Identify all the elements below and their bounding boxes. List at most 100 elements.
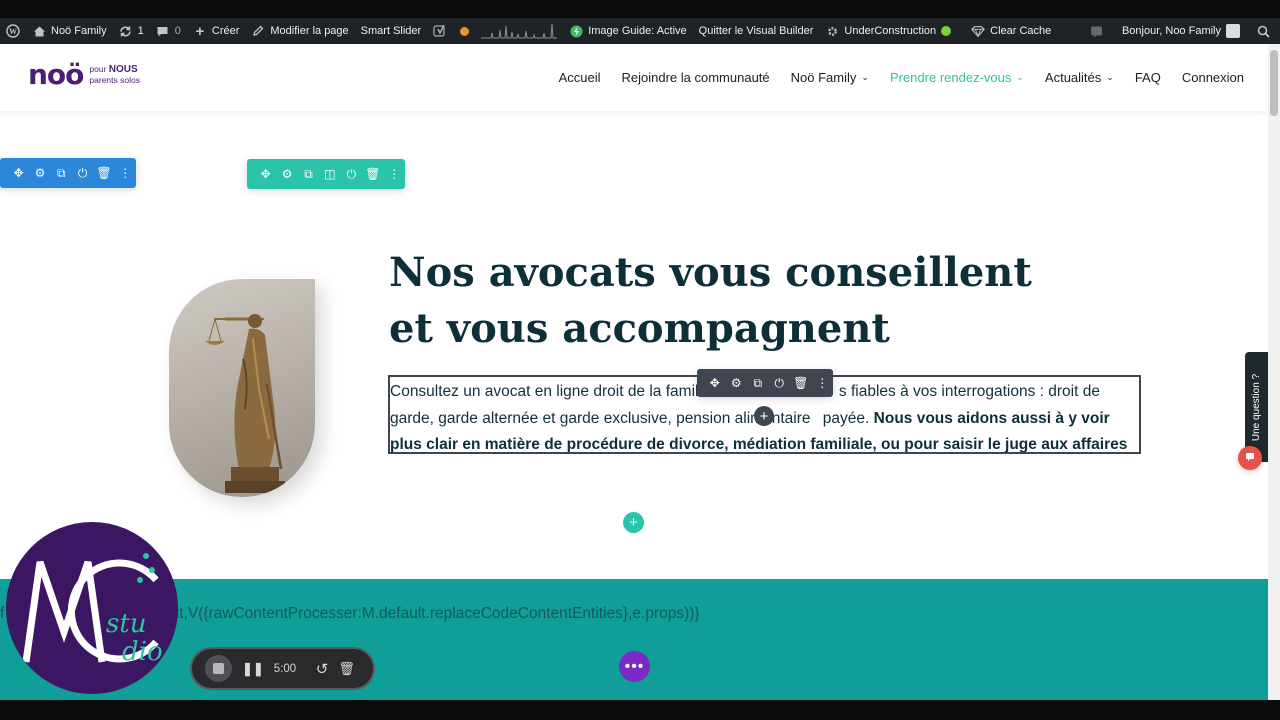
trash-icon[interactable]: 🗑 — [790, 376, 812, 390]
notification-bubble-icon — [1090, 24, 1104, 38]
logo-tag-line: parents solos — [89, 74, 140, 85]
trash-icon[interactable]: 🗑 — [362, 167, 383, 181]
main-nav: Accueil Rejoindre la communauté Noö Fami… — [559, 44, 1244, 111]
nav-label: Connexion — [1181, 70, 1244, 85]
more-vertical-icon[interactable]: ⋮ — [812, 376, 834, 390]
wp-admin-bar: W Noö Family 1 0 + Créer Modifier la pag… — [0, 18, 1280, 44]
duplicate-icon[interactable]: ⧉ — [298, 167, 319, 182]
add-row-button[interactable]: + — [623, 512, 644, 533]
move-icon[interactable]: ✥ — [704, 376, 726, 390]
greeting-label: Bonjour, Noo Family — [1121, 25, 1221, 37]
logo-tag-pour: pour — [89, 64, 107, 75]
paragraph-part-1: Consultez un avocat en ligne droit de la… — [390, 383, 702, 400]
under-construction-link[interactable]: UnderConstruction — [819, 18, 957, 44]
power-icon[interactable]: ⏻ — [341, 167, 362, 182]
svg-text:dio: dio — [122, 637, 163, 667]
smart-slider-link[interactable]: Smart Slider — [355, 18, 428, 44]
stop-recording-button[interactable] — [205, 655, 232, 682]
create-new-menu[interactable]: + Créer — [187, 18, 246, 44]
logo-wordmark: noö — [28, 58, 84, 91]
clear-cache-link[interactable]: Clear Cache — [965, 18, 1057, 44]
nav-label: Accueil — [558, 70, 601, 85]
paragraph-part-3: payée. — [822, 409, 874, 427]
notifications-button[interactable] — [1084, 18, 1116, 44]
plus-icon: + — [195, 22, 205, 40]
settings-gear-icon[interactable]: ⚙ — [29, 166, 50, 180]
move-icon[interactable]: ✥ — [8, 166, 29, 180]
nav-item-rejoindre[interactable]: Rejoindre la communauté — [622, 70, 770, 85]
delete-recording-icon[interactable]: 🗑 — [338, 661, 355, 677]
site-header: noö pour NOUS parents solos Accueil Rejo… — [0, 44, 1268, 111]
site-name-link[interactable]: Noö Family — [26, 18, 113, 44]
comment-icon — [156, 24, 170, 38]
nav-item-accueil[interactable]: Accueil — [559, 70, 601, 85]
lady-justice-statue-icon — [205, 314, 285, 493]
scrollbar-thumb[interactable] — [1270, 50, 1278, 116]
site-name-label: Noö Family — [51, 25, 107, 37]
settings-gear-icon[interactable]: ⚙ — [276, 167, 297, 181]
mc-studio-logo-icon: stu dio — [22, 553, 163, 667]
site-logo[interactable]: noö pour NOUS parents solos — [28, 61, 140, 89]
settings-gear-icon[interactable]: ⚙ — [726, 376, 748, 390]
more-vertical-icon[interactable]: ⋮ — [115, 166, 136, 180]
home-icon — [32, 24, 46, 38]
nav-item-rendez-vous[interactable]: Prendre rendez-vous ⌄ — [890, 70, 1024, 85]
nav-label: Rejoindre la communauté — [621, 70, 770, 85]
construction-status-dot — [941, 26, 952, 36]
updates-link[interactable]: 1 — [113, 18, 150, 44]
plus-icon: + — [759, 407, 769, 425]
duplicate-icon[interactable]: ⧉ — [51, 166, 72, 181]
quit-builder-label: Quitter le Visual Builder — [698, 25, 814, 37]
move-icon[interactable]: ✥ — [255, 167, 276, 181]
nav-label: Noö Family — [790, 70, 857, 85]
chevron-down-icon: ⌄ — [1106, 72, 1114, 82]
yoast-seo-menu[interactable] — [427, 18, 475, 44]
chat-icon — [1245, 452, 1255, 465]
power-icon[interactable]: ⏻ — [72, 166, 93, 181]
wordpress-logo-button[interactable]: W — [0, 18, 26, 44]
comments-count: 0 — [174, 25, 181, 37]
add-module-button[interactable]: + — [754, 406, 774, 426]
power-icon[interactable]: ⏻ — [769, 376, 791, 391]
chevron-down-icon: ⌄ — [1016, 72, 1024, 82]
plus-icon: + — [629, 514, 638, 531]
lady-justice-image[interactable] — [169, 279, 315, 497]
edit-page-link[interactable]: Modifier la page — [245, 18, 354, 44]
seo-status-dot — [460, 26, 470, 36]
duplicate-icon[interactable]: ⧉ — [747, 376, 769, 391]
query-monitor-link[interactable] — [475, 18, 563, 44]
page-settings-button[interactable]: ••• — [619, 651, 650, 682]
more-vertical-icon[interactable]: ⋮ — [384, 167, 405, 181]
page-heading: Nos avocats vous conseillent et vous acc… — [389, 245, 1089, 357]
nav-item-actualites[interactable]: Actualités ⌄ — [1045, 70, 1114, 85]
chat-button[interactable] — [1238, 446, 1262, 470]
restart-icon[interactable]: ↺ — [316, 660, 329, 678]
yoast-icon — [433, 24, 447, 38]
bolt-icon — [569, 24, 583, 38]
code-leak-text: f t.createElement(E.default,V({rawConten… — [0, 605, 700, 622]
edit-page-label: Modifier la page — [270, 25, 349, 37]
nav-item-connexion[interactable]: Connexion — [1182, 70, 1244, 85]
section-toolbar: ✥ ⚙ ⧉ ⏻ 🗑 ⋮ — [0, 158, 136, 188]
avatar — [1226, 24, 1240, 38]
pause-icon[interactable]: ❚❚ — [242, 661, 264, 677]
nav-item-faq[interactable]: FAQ — [1135, 70, 1161, 85]
more-horizontal-icon: ••• — [624, 657, 645, 675]
search-icon — [1256, 24, 1270, 38]
columns-icon[interactable]: ◫ — [319, 167, 340, 181]
image-guide-link[interactable]: Image Guide: Active — [563, 18, 692, 44]
svg-text:W: W — [9, 27, 17, 36]
page-scrollbar[interactable] — [1268, 44, 1280, 700]
comments-link[interactable]: 0 — [150, 18, 187, 44]
admin-search-button[interactable] — [1246, 18, 1280, 44]
nav-item-noo-family[interactable]: Noö Family ⌄ — [791, 70, 869, 85]
stop-icon — [213, 663, 224, 674]
refresh-icon — [119, 24, 133, 38]
trash-icon[interactable]: 🗑 — [93, 166, 114, 180]
bottom-black-strip — [0, 700, 1280, 720]
my-account-menu[interactable]: Bonjour, Noo Family — [1116, 18, 1246, 44]
create-label: Créer — [211, 25, 240, 37]
quit-visual-builder-link[interactable]: Quitter le Visual Builder — [693, 18, 820, 44]
nav-label: FAQ — [1134, 70, 1161, 85]
wordpress-icon: W — [6, 24, 20, 38]
